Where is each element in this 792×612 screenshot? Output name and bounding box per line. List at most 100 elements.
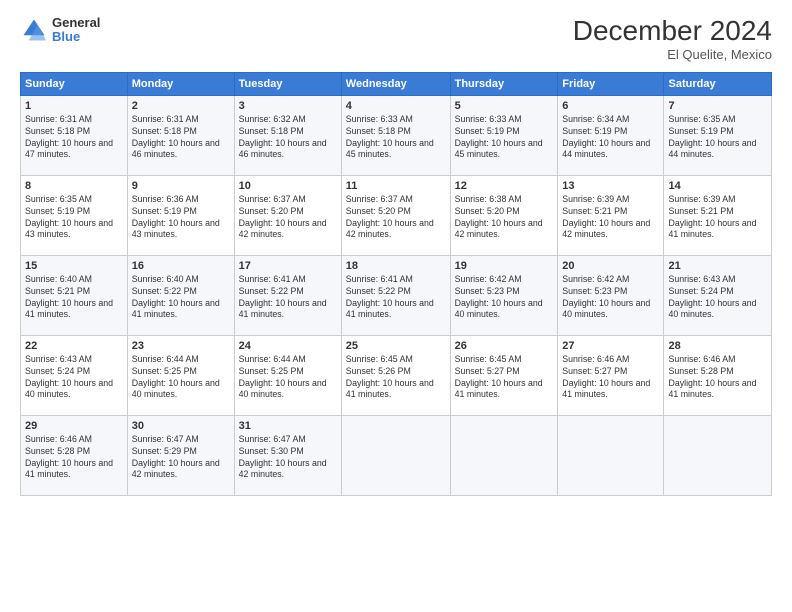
cell-info: Sunrise: 6:40 AMSunset: 5:22 PMDaylight:… — [132, 274, 230, 322]
cell-day-number: 18 — [346, 260, 446, 272]
calendar-cell: 1 Sunrise: 6:31 AMSunset: 5:18 PMDaylight… — [21, 95, 128, 175]
cell-info: Sunrise: 6:42 AMSunset: 5:23 PMDaylight:… — [455, 274, 554, 322]
cell-info: Sunrise: 6:45 AMSunset: 5:27 PMDaylight:… — [455, 354, 554, 402]
cell-day-number: 4 — [346, 100, 446, 112]
calendar-cell: 2 Sunrise: 6:31 AMSunset: 5:18 PMDaylight… — [127, 95, 234, 175]
calendar-cell: 13 Sunrise: 6:39 AMSunset: 5:21 PMDayligh… — [558, 175, 664, 255]
cell-info: Sunrise: 6:33 AMSunset: 5:18 PMDaylight:… — [346, 114, 446, 162]
calendar-cell: 30 Sunrise: 6:47 AMSunset: 5:29 PMDayligh… — [127, 415, 234, 495]
cell-info: Sunrise: 6:43 AMSunset: 5:24 PMDaylight:… — [668, 274, 767, 322]
cell-info: Sunrise: 6:37 AMSunset: 5:20 PMDaylight:… — [239, 194, 337, 242]
cell-day-number: 1 — [25, 100, 123, 112]
cell-day-number: 15 — [25, 260, 123, 272]
calendar-cell: 25 Sunrise: 6:45 AMSunset: 5:26 PMDayligh… — [341, 335, 450, 415]
calendar-cell: 24Sunrise: 6:44 AMSunset: 5:25 PMDayligh… — [234, 335, 341, 415]
calendar-cell: 18 Sunrise: 6:41 AMSunset: 5:22 PMDayligh… — [341, 255, 450, 335]
cell-day-number: 11 — [346, 180, 446, 192]
cell-info: Sunrise: 6:35 AMSunset: 5:19 PMDaylight:… — [668, 114, 767, 162]
cell-day-number: 16 — [132, 260, 230, 272]
cell-day-number: 23 — [132, 340, 230, 352]
cell-info: Sunrise: 6:47 AMSunset: 5:29 PMDaylight:… — [132, 434, 230, 482]
main-title: December 2024 — [573, 16, 772, 47]
calendar-cell: 19 Sunrise: 6:42 AMSunset: 5:23 PMDayligh… — [450, 255, 558, 335]
calendar-header-wednesday: Wednesday — [341, 72, 450, 95]
cell-day-number: 12 — [455, 180, 554, 192]
calendar-header-monday: Monday — [127, 72, 234, 95]
cell-info: Sunrise: 6:40 AMSunset: 5:21 PMDaylight:… — [25, 274, 123, 322]
title-block: December 2024 El Quelite, Mexico — [573, 16, 772, 62]
calendar-header-sunday: Sunday — [21, 72, 128, 95]
cell-day-number: 27 — [562, 340, 659, 352]
cell-day-number: 21 — [668, 260, 767, 272]
cell-day-number: 10 — [239, 180, 337, 192]
cell-day-number: 6 — [562, 100, 659, 112]
cell-info: Sunrise: 6:39 AMSunset: 5:21 PMDaylight:… — [562, 194, 659, 242]
cell-info: Sunrise: 6:35 AMSunset: 5:19 PMDaylight:… — [25, 194, 123, 242]
cell-info: Sunrise: 6:38 AMSunset: 5:20 PMDaylight:… — [455, 194, 554, 242]
cell-day-number: 17 — [239, 260, 337, 272]
cell-info: Sunrise: 6:46 AMSunset: 5:28 PMDaylight:… — [668, 354, 767, 402]
cell-day-number: 9 — [132, 180, 230, 192]
cell-info: Sunrise: 6:37 AMSunset: 5:20 PMDaylight:… — [346, 194, 446, 242]
calendar-cell: 11 Sunrise: 6:37 AMSunset: 5:20 PMDayligh… — [341, 175, 450, 255]
cell-day-number: 19 — [455, 260, 554, 272]
calendar-week-row: 8Sunrise: 6:35 AMSunset: 5:19 PMDaylight… — [21, 175, 772, 255]
logo-text: General Blue — [52, 16, 100, 45]
calendar-cell: 14Sunrise: 6:39 AMSunset: 5:21 PMDayligh… — [664, 175, 772, 255]
cell-day-number: 13 — [562, 180, 659, 192]
calendar-cell: 27 Sunrise: 6:46 AMSunset: 5:27 PMDayligh… — [558, 335, 664, 415]
calendar-cell: 7 Sunrise: 6:35 AMSunset: 5:19 PMDaylight… — [664, 95, 772, 175]
calendar-cell: 3Sunrise: 6:32 AMSunset: 5:18 PMDaylight… — [234, 95, 341, 175]
calendar-cell: 21 Sunrise: 6:43 AMSunset: 5:24 PMDayligh… — [664, 255, 772, 335]
header: General Blue December 2024 El Quelite, M… — [20, 16, 772, 62]
cell-info: Sunrise: 6:31 AMSunset: 5:18 PMDaylight:… — [132, 114, 230, 162]
calendar-cell: 20Sunrise: 6:42 AMSunset: 5:23 PMDayligh… — [558, 255, 664, 335]
calendar-cell: 15 Sunrise: 6:40 AMSunset: 5:21 PMDayligh… — [21, 255, 128, 335]
cell-info: Sunrise: 6:36 AMSunset: 5:19 PMDaylight:… — [132, 194, 230, 242]
cell-info: Sunrise: 6:45 AMSunset: 5:26 PMDaylight:… — [346, 354, 446, 402]
calendar-header-row: SundayMondayTuesdayWednesdayThursdayFrid… — [21, 72, 772, 95]
cell-day-number: 25 — [346, 340, 446, 352]
calendar-cell: 10 Sunrise: 6:37 AMSunset: 5:20 PMDayligh… — [234, 175, 341, 255]
cell-day-number: 7 — [668, 100, 767, 112]
cell-day-number: 2 — [132, 100, 230, 112]
cell-info: Sunrise: 6:39 AMSunset: 5:21 PMDaylight:… — [668, 194, 767, 242]
calendar-table: SundayMondayTuesdayWednesdayThursdayFrid… — [20, 72, 772, 496]
calendar-cell — [450, 415, 558, 495]
logo: General Blue — [20, 16, 100, 45]
calendar-cell — [341, 415, 450, 495]
calendar-week-row: 22Sunrise: 6:43 AMSunset: 5:24 PMDayligh… — [21, 335, 772, 415]
cell-info: Sunrise: 6:46 AMSunset: 5:27 PMDaylight:… — [562, 354, 659, 402]
cell-day-number: 30 — [132, 420, 230, 432]
cell-info: Sunrise: 6:34 AMSunset: 5:19 PMDaylight:… — [562, 114, 659, 162]
cell-day-number: 3 — [239, 100, 337, 112]
calendar-cell: 28 Sunrise: 6:46 AMSunset: 5:28 PMDayligh… — [664, 335, 772, 415]
cell-day-number: 20 — [562, 260, 659, 272]
calendar-cell: 6 Sunrise: 6:34 AMSunset: 5:19 PMDaylight… — [558, 95, 664, 175]
calendar-cell: 5Sunrise: 6:33 AMSunset: 5:19 PMDaylight… — [450, 95, 558, 175]
cell-info: Sunrise: 6:47 AMSunset: 5:30 PMDaylight:… — [239, 434, 337, 482]
logo-blue: Blue — [52, 30, 100, 44]
cell-info: Sunrise: 6:41 AMSunset: 5:22 PMDaylight:… — [239, 274, 337, 322]
calendar-cell: 31 Sunrise: 6:47 AMSunset: 5:30 PMDayligh… — [234, 415, 341, 495]
calendar-cell: 8Sunrise: 6:35 AMSunset: 5:19 PMDaylight… — [21, 175, 128, 255]
cell-info: Sunrise: 6:31 AMSunset: 5:18 PMDaylight:… — [25, 114, 123, 162]
cell-day-number: 26 — [455, 340, 554, 352]
calendar-cell: 23 Sunrise: 6:44 AMSunset: 5:25 PMDayligh… — [127, 335, 234, 415]
page: General Blue December 2024 El Quelite, M… — [0, 0, 792, 612]
calendar-cell: 26 Sunrise: 6:45 AMSunset: 5:27 PMDayligh… — [450, 335, 558, 415]
cell-info: Sunrise: 6:44 AMSunset: 5:25 PMDaylight:… — [132, 354, 230, 402]
cell-day-number: 24 — [239, 340, 337, 352]
calendar-header-saturday: Saturday — [664, 72, 772, 95]
cell-info: Sunrise: 6:41 AMSunset: 5:22 PMDaylight:… — [346, 274, 446, 322]
cell-day-number: 28 — [668, 340, 767, 352]
calendar-cell — [558, 415, 664, 495]
calendar-header-friday: Friday — [558, 72, 664, 95]
cell-day-number: 22 — [25, 340, 123, 352]
calendar-cell: 29Sunrise: 6:46 AMSunset: 5:28 PMDayligh… — [21, 415, 128, 495]
calendar-cell: 12 Sunrise: 6:38 AMSunset: 5:20 PMDayligh… — [450, 175, 558, 255]
cell-day-number: 31 — [239, 420, 337, 432]
calendar-week-row: 15 Sunrise: 6:40 AMSunset: 5:21 PMDayligh… — [21, 255, 772, 335]
cell-info: Sunrise: 6:33 AMSunset: 5:19 PMDaylight:… — [455, 114, 554, 162]
calendar-week-row: 1 Sunrise: 6:31 AMSunset: 5:18 PMDaylight… — [21, 95, 772, 175]
